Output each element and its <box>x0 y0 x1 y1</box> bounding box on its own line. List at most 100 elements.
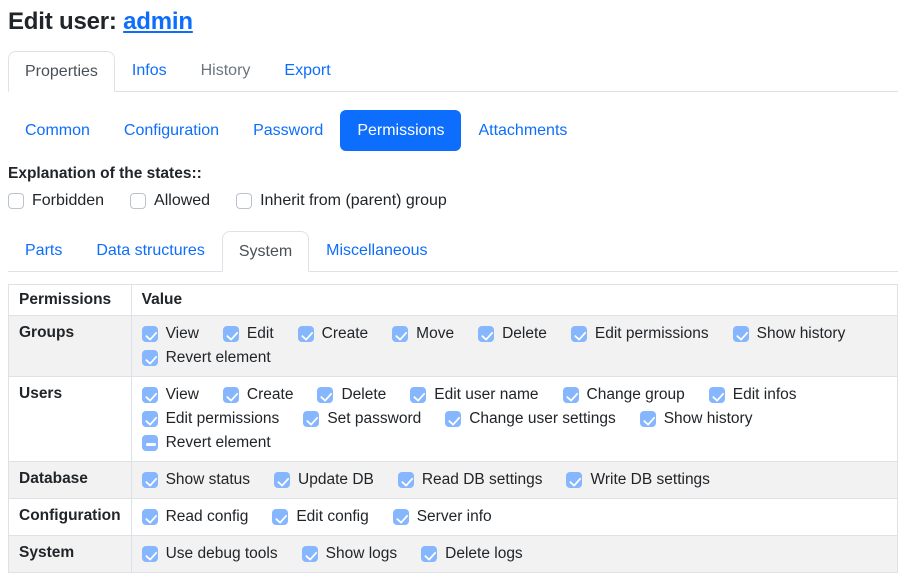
main-tabs: PropertiesInfosHistoryExport <box>8 50 898 92</box>
checkbox-label: Set password <box>327 408 421 430</box>
users-option-edit-permissions: Edit permissions <box>142 408 280 430</box>
row-value-groups: ViewEditCreateMoveDeleteEdit permissions… <box>131 316 897 377</box>
checkbox-label: Use debug tools <box>166 543 278 565</box>
states-heading: Explanation of the states:: <box>8 165 898 183</box>
checkbox-label: Delete <box>341 384 386 406</box>
permission-items: Show statusUpdate DBRead DB settingsWrit… <box>142 467 887 493</box>
column-header-value: Value <box>131 285 897 316</box>
checkbox-label: Show logs <box>326 543 398 565</box>
checkbox-edit-permissions[interactable] <box>142 411 158 427</box>
users-option-set-password: Set password <box>303 408 421 430</box>
user-link[interactable]: admin <box>123 8 193 35</box>
database-option-read-db-settings: Read DB settings <box>398 469 543 491</box>
checkbox-delete[interactable] <box>478 326 494 342</box>
table-row-configuration: ConfigurationRead configEdit configServe… <box>9 499 898 536</box>
checkbox-label: View <box>166 384 199 406</box>
checkbox-server-info[interactable] <box>393 509 409 525</box>
checkbox-forbidden[interactable] <box>8 193 24 209</box>
groups-option-view: View <box>142 323 199 345</box>
checkbox-label: Revert element <box>166 432 271 454</box>
checkbox-show-status[interactable] <box>142 472 158 488</box>
checkbox-label: Delete <box>502 323 547 345</box>
checkbox-show-logs[interactable] <box>302 546 318 562</box>
sub-tab-permissions[interactable]: Permissions <box>340 110 461 151</box>
main-tab-export[interactable]: Export <box>267 50 347 91</box>
users-option-edit-infos: Edit infos <box>709 384 797 406</box>
checkbox-label: Show history <box>664 408 753 430</box>
checkbox-use-debug-tools[interactable] <box>142 546 158 562</box>
sub-tab-configuration[interactable]: Configuration <box>107 110 236 151</box>
sub-tab-password[interactable]: Password <box>236 110 340 151</box>
checkbox-revert-element[interactable] <box>142 435 158 451</box>
checkbox-label: Move <box>416 323 454 345</box>
checkbox-edit-config[interactable] <box>272 509 288 525</box>
section-tabs: CommonConfigurationPasswordPermissionsAt… <box>8 110 898 151</box>
checkbox-read-config[interactable] <box>142 509 158 525</box>
checkbox-edit-permissions[interactable] <box>571 326 587 342</box>
checkbox-read-db-settings[interactable] <box>398 472 414 488</box>
permission-items: Use debug tools Show logs Delete logs <box>142 541 887 567</box>
checkbox-change-user-settings[interactable] <box>445 411 461 427</box>
checkbox-label: Delete logs <box>445 543 523 565</box>
checkbox-create[interactable] <box>223 387 239 403</box>
database-option-write-db-settings: Write DB settings <box>566 469 709 491</box>
sub-tab-attachments[interactable]: Attachments <box>461 110 584 151</box>
checkbox-allowed[interactable] <box>130 193 146 209</box>
configuration-option-server-info: Server info <box>393 506 492 528</box>
checkbox-inherit-from-parent-group[interactable] <box>236 193 252 209</box>
database-option-update-db: Update DB <box>274 469 374 491</box>
perm-tab-system[interactable]: System <box>222 231 309 272</box>
row-name-configuration: Configuration <box>9 499 132 536</box>
checkbox-edit-user-name[interactable] <box>410 387 426 403</box>
checkbox-label: Server info <box>417 506 492 528</box>
groups-option-move: Move <box>392 323 454 345</box>
main-tab-properties[interactable]: Properties <box>8 51 115 92</box>
checkbox-set-password[interactable] <box>303 411 319 427</box>
main-tab-infos[interactable]: Infos <box>115 50 184 91</box>
checkbox-change-group[interactable] <box>563 387 579 403</box>
users-option-delete: Delete <box>317 384 386 406</box>
checkbox-show-history[interactable] <box>733 326 749 342</box>
perm-tab-parts[interactable]: Parts <box>8 230 79 271</box>
checkbox-label: Edit permissions <box>595 323 709 345</box>
sub-tab-common[interactable]: Common <box>8 110 107 151</box>
table-row-database: DatabaseShow statusUpdate DBRead DB sett… <box>9 462 898 499</box>
perm-tab-data-structures[interactable]: Data structures <box>79 230 221 271</box>
checkbox-delete-logs[interactable] <box>421 546 437 562</box>
column-header-permissions: Permissions <box>9 285 132 316</box>
system-option-delete-logs: Delete logs <box>421 543 523 565</box>
checkbox-label: Revert element <box>166 347 271 369</box>
checkbox-view[interactable] <box>142 387 158 403</box>
groups-option-show-history: Show history <box>733 323 846 345</box>
state-option-forbidden: Forbidden <box>8 190 104 212</box>
checkbox-label: Edit permissions <box>166 408 280 430</box>
users-option-show-history: Show history <box>640 408 753 430</box>
row-name-system: System <box>9 536 132 573</box>
groups-option-edit: Edit <box>223 323 274 345</box>
table-header-row: Permissions Value <box>9 285 898 316</box>
page-title: Edit user: admin <box>8 8 898 36</box>
checkbox-create[interactable] <box>298 326 314 342</box>
system-option-show-logs: Show logs <box>302 543 398 565</box>
checkbox-view[interactable] <box>142 326 158 342</box>
checkbox-label: Change group <box>587 384 685 406</box>
row-value-database: Show statusUpdate DBRead DB settingsWrit… <box>131 462 897 499</box>
users-option-create: Create <box>223 384 294 406</box>
checkbox-label: Allowed <box>154 190 210 212</box>
row-value-system: Use debug tools Show logs Delete logs <box>131 536 897 573</box>
checkbox-edit-infos[interactable] <box>709 387 725 403</box>
main-tab-history: History <box>184 50 268 91</box>
table-row-system: System Use debug tools Show logs Delete log… <box>9 536 898 573</box>
checkbox-delete[interactable] <box>317 387 333 403</box>
checkbox-update-db[interactable] <box>274 472 290 488</box>
checkbox-write-db-settings[interactable] <box>566 472 582 488</box>
perm-tab-miscellaneous[interactable]: Miscellaneous <box>309 230 444 271</box>
configuration-option-read-config: Read config <box>142 506 249 528</box>
checkbox-label: Forbidden <box>32 190 104 212</box>
checkbox-edit[interactable] <box>223 326 239 342</box>
checkbox-move[interactable] <box>392 326 408 342</box>
checkbox-label: Edit <box>247 323 274 345</box>
checkbox-show-history[interactable] <box>640 411 656 427</box>
checkbox-revert-element[interactable] <box>142 350 158 366</box>
state-option-allowed: Allowed <box>130 190 210 212</box>
